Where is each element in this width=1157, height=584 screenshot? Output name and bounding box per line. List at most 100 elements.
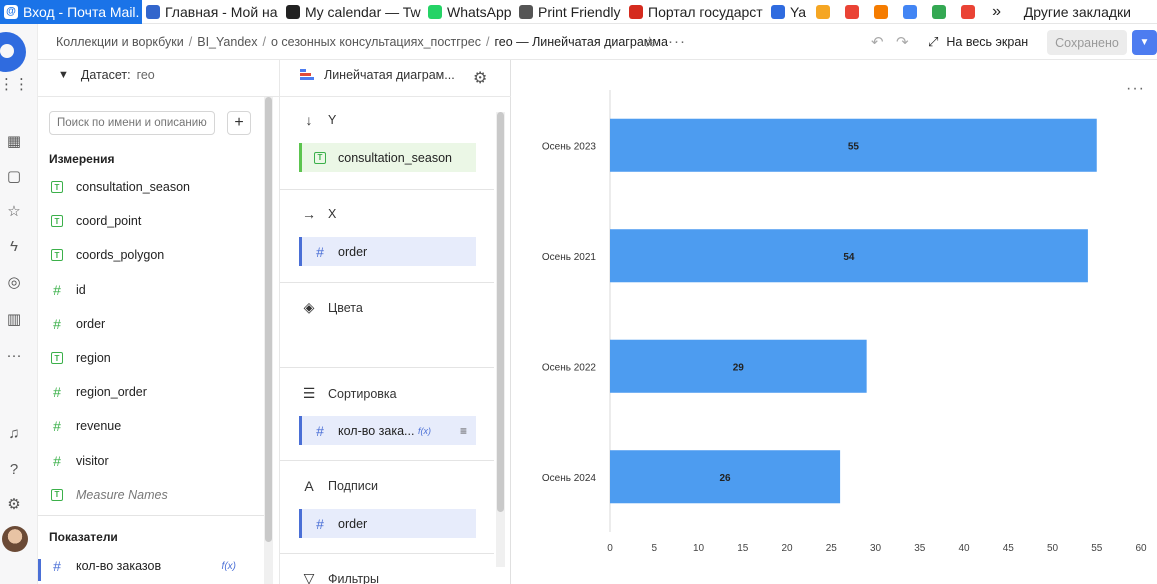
text-type-icon: T [314,151,326,164]
arrow-right-icon: → [302,206,316,222]
notification-bell-icon[interactable]: ♫ [5,424,23,442]
divider [280,96,511,97]
more-actions-icon[interactable]: ··· [668,33,686,50]
x-tick-label: 45 [1003,543,1015,554]
dimension-field[interactable]: # visitor [49,450,264,472]
dimension-field[interactable]: Tcoords_polygon [49,244,264,266]
breadcrumb-separator: / [262,35,266,49]
other-bookmarks[interactable]: Другие закладки [1024,0,1131,24]
lightning-icon[interactable]: ϟ [5,237,23,255]
field-search-input[interactable] [49,111,215,135]
google-icon [903,4,918,19]
section-label: Y [328,113,337,127]
add-field-button[interactable]: + [227,111,251,135]
bookmark-item[interactable]: @ Вход - Почта Mail. [0,0,142,24]
bookmarks-bar: @ Вход - Почта Mail. Главная - Мой на My ca… [0,0,1157,24]
dataset-selector[interactable]: ▼ Датасет: гео [58,68,155,82]
favorites-star-icon[interactable]: ☆ [5,202,23,220]
dimension-field[interactable]: # id [49,279,264,301]
user-avatar[interactable] [2,526,28,552]
dataset-name: гео [136,68,155,82]
dataset-scrollbar[interactable] [264,97,273,584]
other-bookmarks-label: Другие закладки [1023,4,1131,20]
dimension-field[interactable]: T Measure Names [49,484,264,506]
label-a-icon: A [304,478,314,494]
bookmark-item[interactable] [812,0,841,24]
bookmark-item[interactable] [928,0,957,24]
dimension-field[interactable]: Tcoord_point [49,210,264,232]
collections-icon[interactable]: ▦ [5,132,23,150]
bookmark-item[interactable]: Print Friendly [515,0,625,24]
app-icon [845,4,860,19]
connections-icon[interactable]: ◎ [5,273,23,291]
x-tick-label: 25 [826,543,838,554]
bookmark-item[interactable]: My calendar — Tw [282,0,424,24]
bookmark-item[interactable]: WhatsApp [424,0,515,24]
dimension-field[interactable]: # order [49,313,264,335]
text-type-icon: T [51,215,63,228]
chart-menu-icon[interactable]: ··· [1126,80,1145,98]
arrow-down-icon: ↓ [305,112,313,128]
measure-field[interactable]: # кол-во заказов f(x) [49,555,264,577]
field-chip[interactable]: # order [299,509,476,538]
app-icon [874,4,889,19]
help-icon[interactable]: ? [5,460,23,478]
breadcrumb-item[interactable]: о сезонных консультациях_постгрес [271,35,481,49]
chart-type-selector[interactable]: Линейчатая диаграм... [300,68,455,82]
apps-grid-icon[interactable]: ⋮⋮ [0,75,29,93]
bookmark-label: My calendar — Tw [305,3,421,20]
x-tick-label: 50 [1047,543,1059,554]
divider [280,282,494,283]
text-type-icon: T [51,181,63,193]
breadcrumb-current: гео — Линейчатая диаграмма [494,35,668,49]
field-chip[interactable]: # кол-во зака... f(x) ≡ [299,416,476,445]
undo-icon[interactable]: ↶ [871,33,884,51]
settings-gear-icon[interactable]: ⚙ [5,495,23,513]
breadcrumb-item[interactable]: Коллекции и воркбуки [56,35,184,49]
x-tick-label: 60 [1135,543,1147,554]
bookmarks-overflow-icon[interactable]: » [992,3,1001,21]
charts-icon[interactable]: ▥ [5,310,23,328]
redo-icon[interactable]: ↷ [896,33,909,51]
fullscreen-icon: ⤢ [928,34,939,49]
dimension-field[interactable]: # region_order [49,381,264,403]
whatsapp-icon [428,4,442,19]
chip-label: order [338,516,368,531]
bookmark-label: Портал государст [648,3,763,20]
section-label: Сортировка [328,386,397,401]
fullscreen-button[interactable]: ⤢ На весь экран [928,24,1028,60]
bar-chart: Осень 2023 55 Осень 2021 54 Осень 2022 29 Осен… [542,90,1147,554]
save-dropdown-icon[interactable]: ▼ [1132,30,1157,55]
bookmark-item[interactable] [841,0,870,24]
field-chip[interactable]: # order [299,237,476,266]
bookmark-item[interactable]: Ya [767,0,812,24]
sort-icon: ☰ [302,385,316,401]
dimension-field[interactable]: Tregion [49,347,264,369]
yandex-logo[interactable] [0,32,26,72]
y-tick-label: Осень 2021 [542,252,597,263]
bookmark-item[interactable] [899,0,928,24]
chip-label: consultation_season [338,150,452,165]
field-chip[interactable]: Tconsultation_season [299,143,476,172]
sort-direction-icon[interactable]: ≡ [460,424,467,438]
dimension-field[interactable]: # revenue [49,415,264,437]
workbooks-icon[interactable]: ▢ [5,167,23,185]
page-icon [519,4,533,19]
bookmark-item[interactable]: Портал государст [625,0,767,24]
bookmark-item[interactable] [870,0,899,24]
dimension-field[interactable]: Tconsultation_season [49,176,264,198]
mail-icon: @ [4,4,18,19]
save-button[interactable]: Сохранено [1047,30,1127,55]
chart-settings-gear-icon[interactable]: ⚙ [473,68,487,88]
editor-header: Коллекции и воркбуки / BI_Yandex / о сезонны… [38,24,1157,60]
bookmark-item[interactable]: Главная - Мой на [142,0,282,24]
more-dots-icon[interactable]: ··· [5,346,23,364]
favorite-star-icon[interactable]: ☆ [643,33,656,51]
breadcrumb-item[interactable]: BI_Yandex [197,35,257,49]
divider [38,96,280,97]
number-type-icon: # [53,558,61,574]
config-scrollbar[interactable] [496,112,505,567]
number-type-icon: # [53,281,61,298]
bookmark-item[interactable] [957,0,986,24]
data-label: 55 [848,141,860,152]
